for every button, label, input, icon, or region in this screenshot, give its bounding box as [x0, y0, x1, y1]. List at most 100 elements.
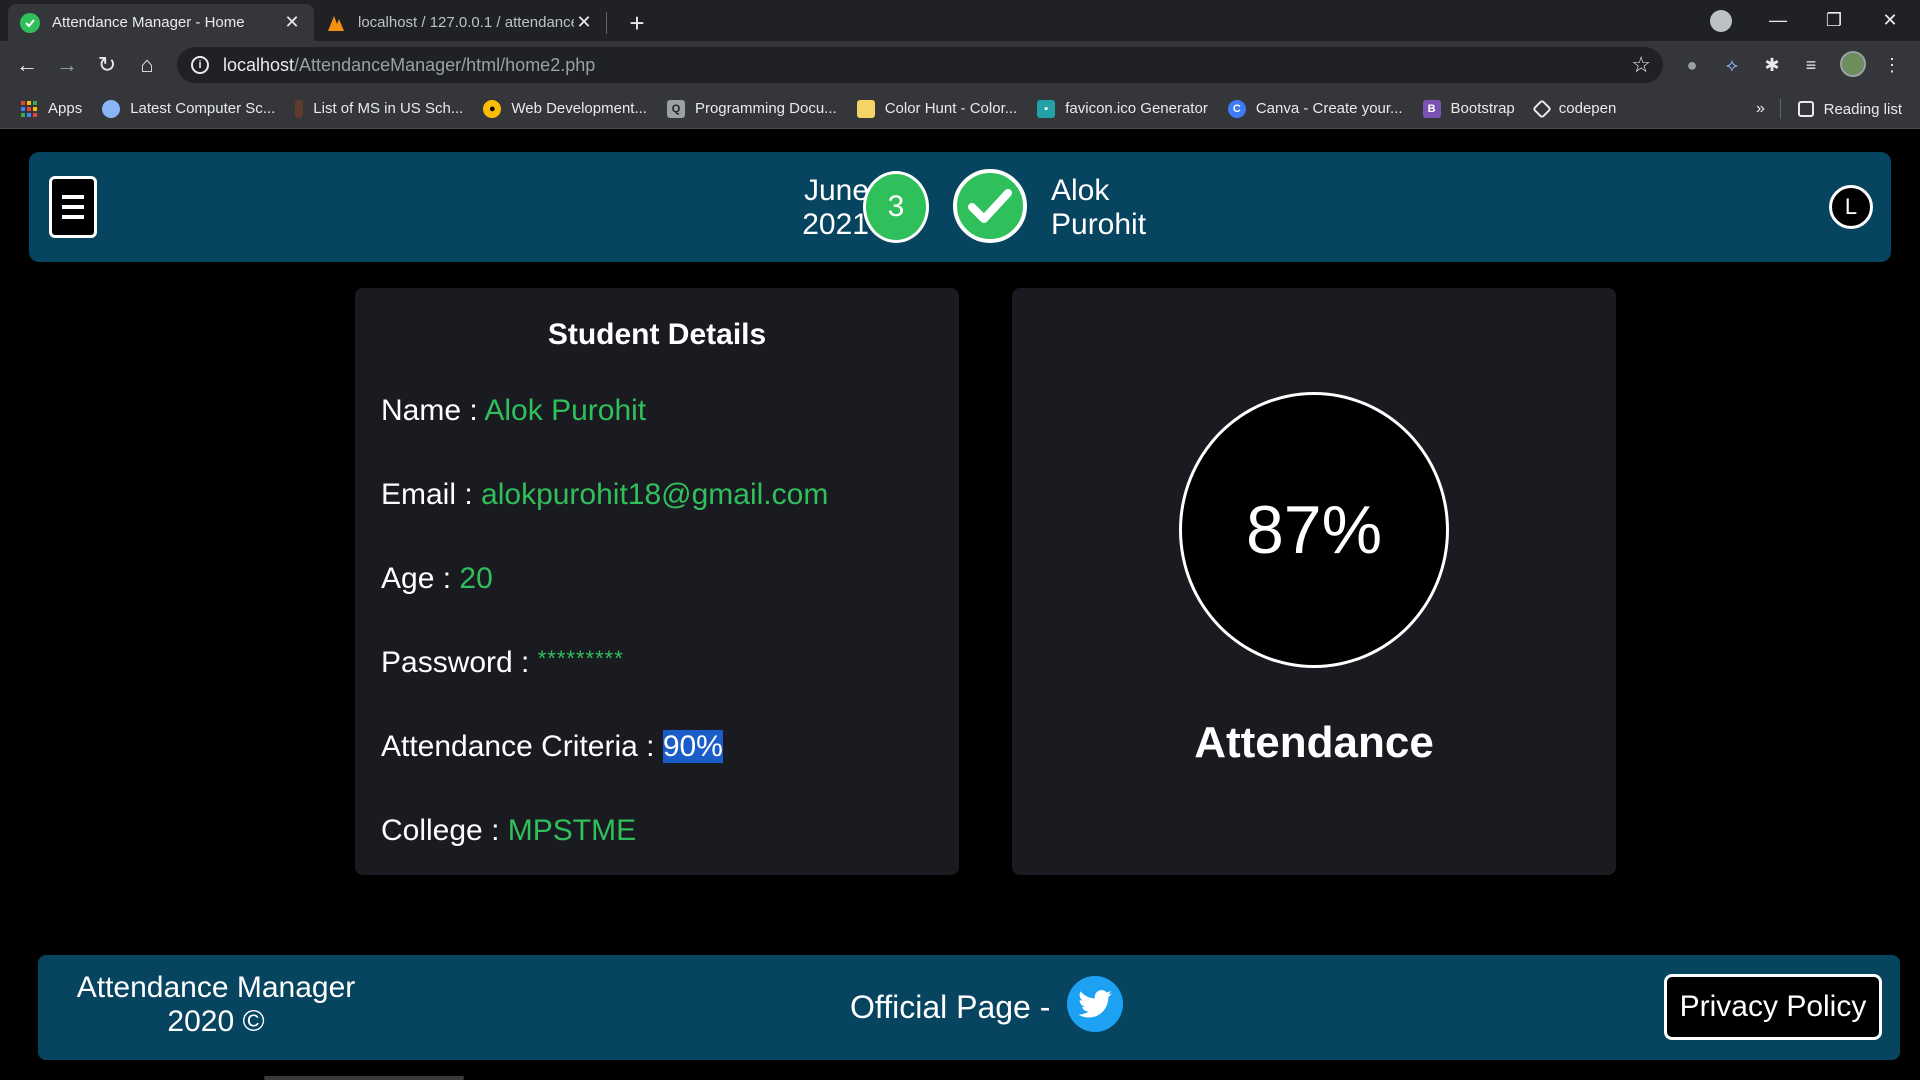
bootstrap-icon: B [1422, 99, 1441, 118]
student-details-title: Student Details [547, 318, 767, 351]
field-label: Email : [381, 478, 482, 511]
footer-brand: Attendance Manager 2020 © [56, 971, 376, 1039]
day-count-badge: 3 [863, 171, 929, 243]
month-text: June [803, 174, 869, 207]
hamburger-menu-button[interactable] [49, 176, 97, 238]
bookmarks-bar: Apps Latest Computer Sc... List of MS in… [0, 89, 1920, 129]
close-window-button[interactable]: ✕ [1862, 0, 1918, 41]
bookmark-color-hunt[interactable]: Color Hunt - Color... [856, 99, 1018, 118]
bookmark-label: Canva - Create your... [1255, 100, 1403, 117]
brand-name: Attendance Manager [76, 971, 356, 1004]
college-field: College : MPSTME [381, 814, 636, 848]
reading-list-icon [1797, 101, 1814, 117]
bookmark-list-of-ms[interactable]: List of MS in US Sch... [295, 99, 463, 118]
logout-button[interactable]: L [1829, 185, 1873, 229]
bookmark-label: Latest Computer Sc... [130, 100, 276, 117]
canva-icon: C [1227, 99, 1246, 118]
attendance-criteria-field: Attendance Criteria : 90% [381, 730, 723, 764]
tab-phpmyadmin[interactable]: localhost / 127.0.0.1 / attendance ✕ [314, 4, 606, 41]
bookmark-apps[interactable]: Apps [20, 100, 82, 118]
password-field: Password : ********* [381, 646, 624, 680]
field-value: MPSTME [507, 814, 637, 847]
current-date: June 2021 [749, 174, 869, 242]
extension-icon[interactable]: ● [1681, 54, 1703, 76]
forward-arrow-icon[interactable]: → [52, 50, 82, 80]
extensions-puzzle-icon[interactable]: ✱ [1761, 54, 1783, 76]
apps-grid-icon [20, 100, 38, 118]
privacy-policy-button[interactable]: Privacy Policy [1664, 974, 1882, 1040]
bookmark-favicon-generator[interactable]: ▪ favicon.ico Generator [1037, 99, 1208, 118]
twitter-icon[interactable] [1067, 976, 1123, 1032]
minimize-button[interactable]: — [1750, 0, 1806, 41]
field-value: Alok Purohit [484, 394, 647, 427]
menu-line [62, 215, 84, 219]
horizontal-scrollbar[interactable] [264, 1076, 464, 1080]
bookmark-label: codepen [1558, 100, 1617, 117]
bookmark-label: Web Development... [511, 100, 647, 117]
phpmyadmin-favicon-icon [326, 13, 346, 33]
restore-button[interactable]: ❐ [1806, 0, 1862, 41]
email-field: Email : alokpurohit18@gmail.com [381, 478, 828, 512]
tab-search-icon[interactable] [1710, 10, 1732, 32]
official-page-label: Official Page - [850, 989, 1051, 1025]
field-value: ********* [537, 646, 624, 671]
field-label: Age : [381, 562, 460, 595]
site-info-icon[interactable]: i [191, 56, 209, 74]
check-favicon-icon [20, 12, 40, 33]
address-bar[interactable]: i localhost/AttendanceManager/html/home2… [177, 47, 1663, 83]
bookmark-codepen[interactable]: codepen [1531, 98, 1617, 119]
attendance-label: Attendance [1194, 718, 1434, 767]
tab-divider [606, 12, 607, 34]
menu-line [62, 195, 84, 199]
reading-list-label: Reading list [1823, 100, 1902, 118]
more-bookmarks-button[interactable]: » [1756, 89, 1765, 129]
home-icon[interactable]: ⌂ [132, 50, 162, 80]
profile-avatar[interactable] [1840, 51, 1866, 77]
close-tab-icon[interactable]: ✕ [282, 12, 302, 33]
bookmark-label: favicon.ico Generator [1065, 100, 1208, 117]
attendance-percent-circle: 87% [1179, 392, 1449, 668]
bookmark-star-icon[interactable]: ☆ [1631, 52, 1651, 78]
year-text: 2021 [802, 208, 869, 241]
bookmark-web-development[interactable]: ● Web Development... [483, 99, 647, 118]
new-tab-button[interactable]: + [622, 8, 652, 38]
field-value: alokpurohit18@gmail.com [481, 478, 829, 511]
bookmark-label: Bootstrap [1450, 100, 1515, 117]
first-name: Alok [1051, 174, 1110, 207]
copyright-text: 2020 © [167, 1005, 265, 1038]
close-tab-icon[interactable]: ✕ [574, 12, 594, 33]
browser-tab-bar: Attendance Manager - Home ✕ localhost / … [0, 0, 1920, 41]
lightbulb-icon [102, 99, 121, 118]
reading-list-button[interactable]: Reading list [1797, 89, 1902, 129]
tab-attendance-manager-home[interactable]: Attendance Manager - Home ✕ [8, 4, 314, 41]
last-name: Purohit [1051, 208, 1147, 241]
extension-icon[interactable]: ⟡ [1721, 54, 1743, 76]
bookmark-label: Programming Docu... [694, 100, 837, 117]
color-hunt-icon [856, 99, 875, 118]
bookmark-programming-docs[interactable]: Q Programming Docu... [666, 99, 837, 118]
menu-line [62, 205, 84, 209]
url-text: localhost/AttendanceManager/html/home2.p… [223, 54, 596, 75]
codepen-icon [1531, 98, 1552, 119]
name-field: Name : Alok Purohit [381, 394, 646, 428]
attendance-card: 87% Attendance [1012, 288, 1616, 875]
bookmark-latest-computer-science[interactable]: Latest Computer Sc... [102, 99, 276, 118]
bookmark-canva[interactable]: C Canva - Create your... [1227, 99, 1403, 118]
more-menu-icon[interactable]: ⋮ [1881, 54, 1903, 76]
bookmark-label: Color Hunt - Color... [884, 100, 1018, 117]
bookmark-icon [295, 99, 304, 118]
reload-icon[interactable]: ↻ [92, 50, 122, 80]
bookmark-bootstrap[interactable]: B Bootstrap [1422, 99, 1515, 118]
web-dev-icon: ● [483, 99, 502, 118]
present-check-icon[interactable] [953, 169, 1027, 243]
page-content: June 2021 3 Alok Purohit L Student Detai… [0, 130, 1920, 1080]
field-value: 20 [459, 562, 493, 595]
field-label: Attendance Criteria : [381, 730, 663, 763]
top-navbar: June 2021 3 Alok Purohit L [29, 152, 1891, 262]
back-arrow-icon[interactable]: ← [12, 50, 42, 80]
media-control-icon[interactable]: ≡ [1800, 54, 1822, 76]
field-value: 90% [662, 730, 723, 763]
tab-title: localhost / 127.0.0.1 / attendance [358, 14, 574, 31]
field-label: Name : [381, 394, 485, 427]
footer: Attendance Manager 2020 © Official Page … [38, 955, 1900, 1060]
